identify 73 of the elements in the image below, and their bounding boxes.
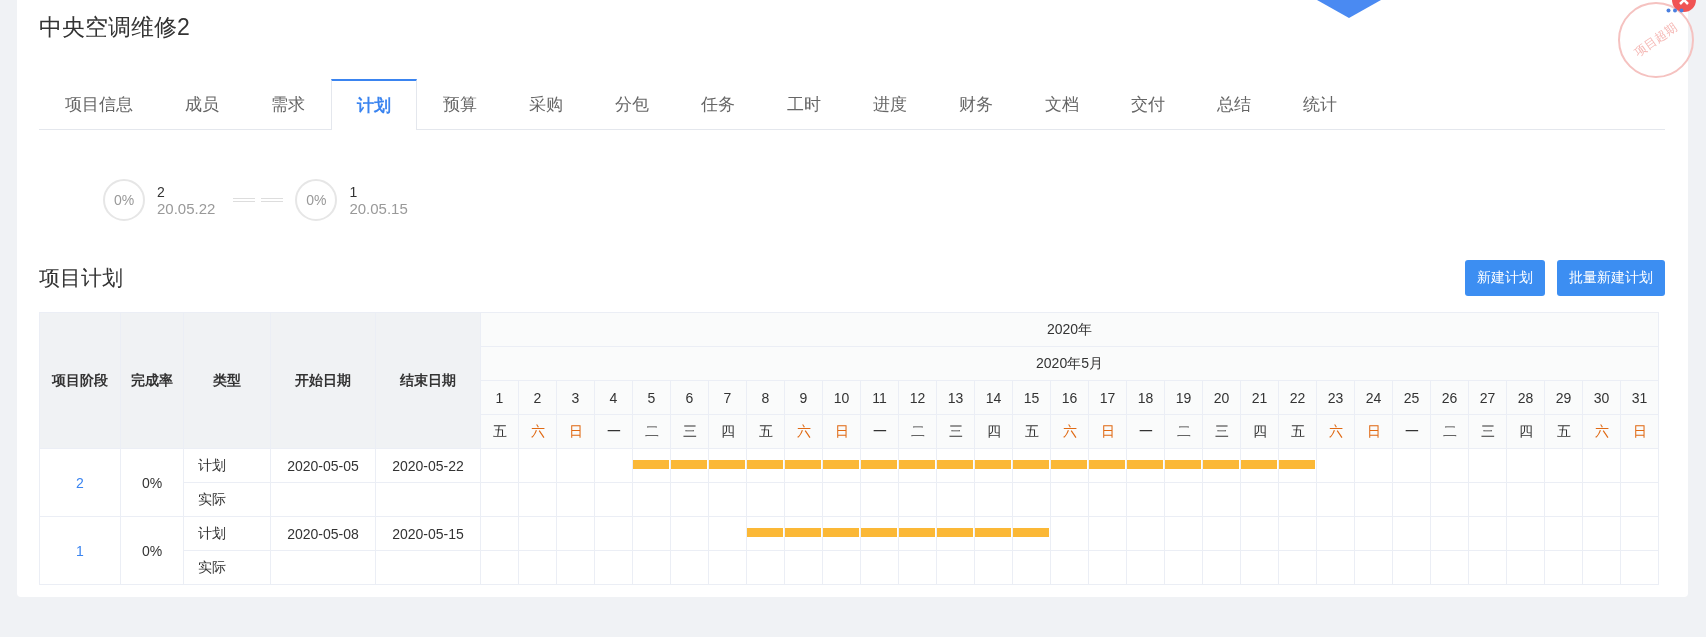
gantt-bar (671, 460, 707, 469)
tab[interactable]: 成员 (159, 79, 245, 130)
tab[interactable]: 进度 (847, 79, 933, 130)
column-header: 开始日期 (270, 312, 376, 449)
tab[interactable]: 项目信息 (39, 79, 159, 130)
month-header: 2020年5月 (480, 346, 1659, 381)
gantt-bar (975, 528, 1011, 537)
gantt-bar (1013, 460, 1049, 469)
type-cell: 计划 (183, 516, 271, 551)
type-cell: 实际 (183, 482, 271, 517)
connector-icon (233, 197, 284, 203)
tab[interactable]: 交付 (1105, 79, 1191, 130)
gantt-bar (747, 528, 783, 537)
progress-circle: 0% (103, 179, 145, 221)
column-header: 项目阶段 (39, 312, 121, 449)
milestone-date: 20.05.22 (157, 199, 216, 217)
gantt-bar (1051, 460, 1087, 469)
tab[interactable]: 财务 (933, 79, 1019, 130)
tab[interactable]: 分包 (589, 79, 675, 130)
gantt-bar (633, 460, 669, 469)
phase-link[interactable]: 1 (39, 516, 121, 585)
tab[interactable]: 文档 (1019, 79, 1105, 130)
gantt-bar (1013, 528, 1049, 537)
milestone-name: 1 (349, 183, 359, 200)
stamp-text: 项目超期 (1631, 19, 1681, 61)
gantt-bar (937, 528, 973, 537)
gantt-bar (785, 460, 821, 469)
column-header: 类型 (183, 312, 271, 449)
project-title: 中央空调维修2 (39, 13, 190, 42)
tab[interactable]: 采购 (503, 79, 589, 130)
tab[interactable]: 预算 (417, 79, 503, 130)
gantt-bar (975, 460, 1011, 469)
section-title: 项目计划 (39, 265, 123, 291)
type-cell: 实际 (183, 550, 271, 585)
gantt-bar (709, 460, 745, 469)
tab[interactable]: 总结 (1191, 79, 1277, 130)
more-icon[interactable] (1666, 8, 1684, 13)
start-date-cell: 2020-05-08 (270, 516, 376, 551)
completion-cell: 0% (120, 516, 184, 585)
gantt-bar (861, 528, 897, 537)
gantt-bar (1089, 460, 1125, 469)
progress-circle: 0% (295, 179, 338, 221)
milestone-name: 2 (157, 183, 166, 200)
gantt-bar (1279, 460, 1315, 469)
gantt-bar (823, 528, 859, 537)
new-plan-button[interactable]: 新建计划 (1465, 260, 1545, 296)
tab[interactable]: 任务 (675, 79, 761, 130)
gantt-bar (1241, 460, 1277, 469)
gantt-bar (861, 460, 897, 469)
gantt-bar (1165, 460, 1201, 469)
tab[interactable]: 计划 (331, 79, 417, 130)
gantt-bar (1203, 460, 1239, 469)
milestone-date: 20.05.15 (349, 199, 408, 217)
column-header: 结束日期 (375, 312, 481, 449)
start-date-cell: 2020-05-05 (270, 448, 376, 483)
gantt-bar (937, 460, 973, 469)
phase-link[interactable]: 2 (39, 448, 121, 517)
gantt-bar (1127, 460, 1163, 469)
completion-cell: 0% (120, 448, 184, 517)
gantt-bar (899, 528, 935, 537)
end-date-cell: 2020-05-22 (375, 448, 481, 483)
type-cell: 计划 (183, 448, 271, 483)
end-date-cell: 2020-05-15 (375, 516, 481, 551)
new-plan-button[interactable]: 批量新建计划 (1557, 260, 1665, 296)
tab[interactable]: 工时 (761, 79, 847, 130)
column-header: 完成率 (120, 312, 184, 449)
gantt-bar (747, 460, 783, 469)
gantt-bar (899, 460, 935, 469)
gantt-bar (785, 528, 821, 537)
gantt-bar (823, 460, 859, 469)
year-header: 2020年 (480, 312, 1659, 347)
tab[interactable]: 统计 (1277, 79, 1363, 130)
tab[interactable]: 需求 (245, 79, 331, 130)
